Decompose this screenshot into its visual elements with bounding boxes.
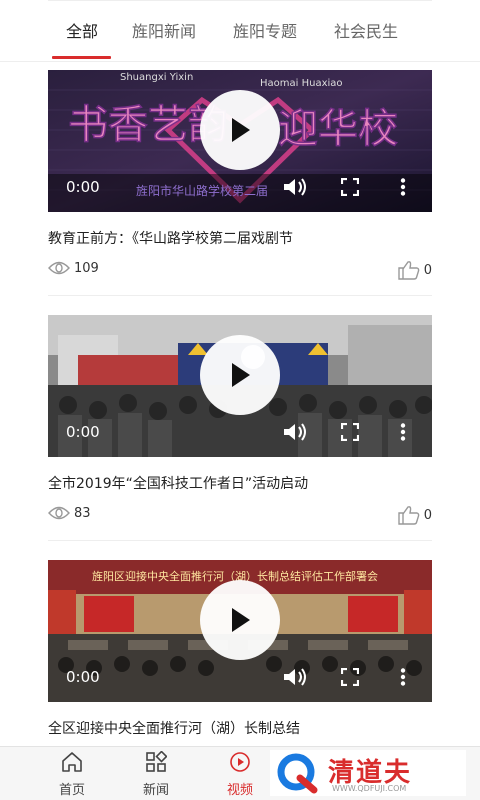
more-options-icon[interactable] [400,668,406,686]
video-card[interactable]: 0:00 全市2019年“全国科技工作者日”活动启动 83 0 [48,315,432,527]
eye-icon [48,261,70,275]
like-count[interactable]: 0 [398,505,432,525]
video-card[interactable]: 书香艺韵 迎华校 Shuangxi Yixin Haomai Huaxiao 旌… [48,70,432,282]
play-icon [232,363,250,387]
category-tabs: 全部 旌阳新闻 旌阳专题 社会民生 [0,0,480,62]
top-divider [48,0,432,1]
watermark-url: WWW.QDFUJI.COM [332,784,407,793]
fullscreen-icon[interactable] [341,178,359,196]
card-divider [48,540,432,541]
video-title[interactable]: 全市2019年“全国科技工作者日”活动启动 [48,473,432,493]
video-icon [230,752,250,772]
tab-jingyang-topics[interactable]: 旌阳专题 [233,18,297,42]
fullscreen-icon[interactable] [341,423,359,441]
view-count: 83 [48,505,91,521]
video-player[interactable]: 0:00 [48,315,432,457]
nav-label: 首页 [58,783,85,798]
tab-all[interactable]: 全部 [66,18,98,42]
tab-social-livelihood[interactable]: 社会民生 [334,18,398,42]
grid-icon [146,750,168,772]
volume-icon[interactable] [282,421,308,443]
likes-value: 0 [423,507,432,523]
volume-icon[interactable] [282,666,308,688]
nav-label: 新闻 [142,783,169,798]
play-icon [232,118,250,142]
video-feed[interactable]: 书香艺韵 迎华校 Shuangxi Yixin Haomai Huaxiao 旌… [0,62,480,746]
video-time: 0:00 [66,423,100,441]
video-meta: 109 0 [48,258,432,282]
overlay-caption-bottom: 旌阳市华山路学校第二届 [136,184,269,198]
video-card[interactable]: 旌阳区迎接中央全面推行河（湖）长制总结评估工作部署会 0:00 全区迎接中央全面… [48,560,432,738]
play-button[interactable] [200,335,280,415]
nav-item-home[interactable]: 首页 [42,751,102,798]
play-button[interactable] [200,580,280,660]
fullscreen-icon[interactable] [341,668,359,686]
overlay-caption-left: Shuangxi Yixin [120,72,194,83]
thumbs-up-icon[interactable] [398,505,420,525]
svg-text:迎华校: 迎华校 [278,106,398,152]
nav-item-video[interactable]: 视频 [210,751,270,798]
active-tab-indicator [52,56,111,59]
video-title[interactable]: 全区迎接中央全面推行河（湖）长制总结 [48,718,432,738]
video-time: 0:00 [66,178,100,196]
thumbs-up-icon[interactable] [398,260,420,280]
home-icon [62,752,82,772]
more-options-icon[interactable] [400,178,406,196]
video-player[interactable]: 旌阳区迎接中央全面推行河（湖）长制总结评估工作部署会 0:00 [48,560,432,702]
video-player[interactable]: 书香艺韵 迎华校 Shuangxi Yixin Haomai Huaxiao 旌… [48,70,432,212]
play-icon [232,608,250,632]
card-divider [48,295,432,296]
like-count[interactable]: 0 [398,260,432,280]
eye-icon [48,506,70,520]
likes-value: 0 [423,262,432,278]
more-options-icon[interactable] [400,423,406,441]
play-button[interactable] [200,90,280,170]
views-value: 83 [74,505,91,521]
views-value: 109 [74,260,99,276]
nav-item-news[interactable]: 新闻 [126,750,186,798]
view-count: 109 [48,260,99,276]
video-meta: 83 0 [48,503,432,527]
video-title[interactable]: 教育正前方：《华山路学校第二届戏剧节 [48,228,432,248]
tab-jingyang-news[interactable]: 旌阳新闻 [132,18,196,42]
volume-icon[interactable] [282,176,308,198]
watermark: 清道夫 WWW.QDFUJI.COM [270,750,466,796]
overlay-caption-right: Haomai Huaxiao [260,78,343,89]
video-time: 0:00 [66,668,100,686]
nav-label: 视频 [226,783,253,798]
